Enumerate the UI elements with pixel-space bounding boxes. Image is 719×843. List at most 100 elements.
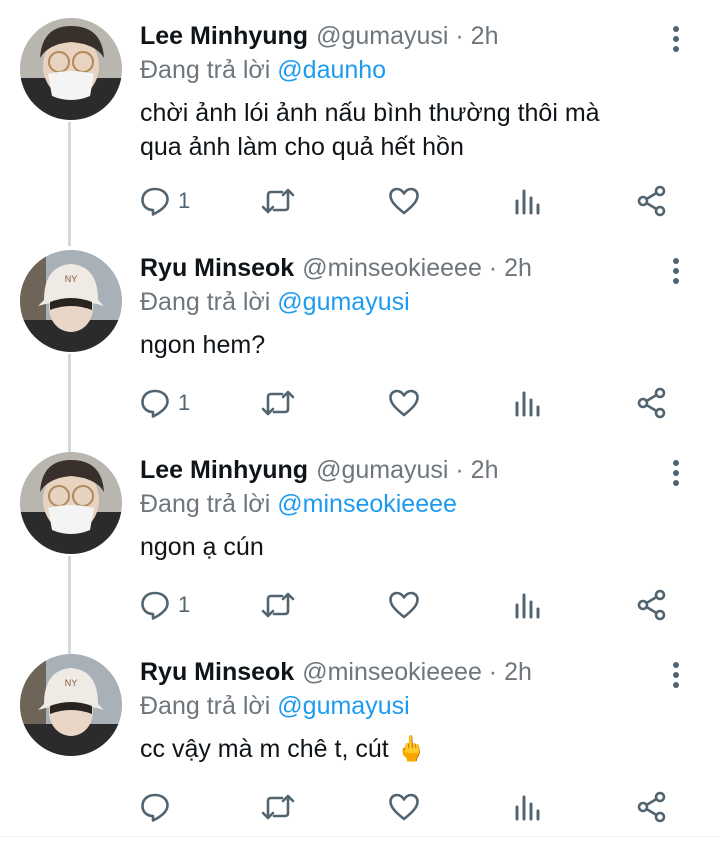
retweet-button[interactable] [260,184,296,218]
tweet[interactable]: Lee Minhyung @gumayusi · 2h Đang trả lời … [0,434,719,636]
share-icon [637,589,666,621]
tweet-header: Ryu Minseok @minseokieeee · 2h [140,656,659,688]
avatar[interactable]: NY [20,250,122,352]
share-button[interactable] [636,790,668,824]
retweet-icon [261,592,295,618]
replying-to-label: Đang trả lời [140,490,278,518]
tweet-text: cc vậy mà m chê t, cút 🖕 [140,732,680,766]
share-icon [637,185,666,217]
replying-to: Đang trả lời @gumayusi [140,690,410,722]
user-handle[interactable]: @minseokieeee [302,254,482,282]
reply-bubble-icon [141,591,169,620]
share-icon [637,387,666,419]
tweet-text-line: ngon ạ cún [140,533,264,561]
heart-icon [389,591,419,619]
retweet-button[interactable] [260,588,296,622]
reply-bubble-icon [141,793,169,822]
mention-link[interactable]: @minseokieeee [277,490,457,518]
more-vertical-icon[interactable] [664,256,688,286]
tweet-header: Lee Minhyung @gumayusi · 2h [140,454,659,486]
more-vertical-icon[interactable] [664,660,688,690]
reply-button[interactable]: 1 [140,386,190,420]
reply-bubble-icon [141,389,169,418]
heart-icon [389,187,419,215]
tweet-text-line: ngon hem? [140,331,266,359]
retweet-button[interactable] [260,386,296,420]
share-button[interactable] [636,386,668,420]
thread-connector-line [68,556,71,636]
bar-chart-icon [515,795,540,821]
thread-connector-line [68,122,71,226]
timestamp[interactable]: · 2h [489,658,532,686]
retweet-icon [261,188,295,214]
user-handle[interactable]: @minseokieeee [302,658,482,686]
mention-link[interactable]: @daunho [277,56,386,84]
timestamp[interactable]: · 2h [489,254,532,282]
replying-to: Đang trả lời @daunho [140,54,386,86]
tweet[interactable]: NY Ryu Minseok @minseokieeee · 2h Đang tr… [0,636,719,836]
action-bar: 1 [140,184,680,218]
replying-to-label: Đang trả lời [140,692,278,720]
display-name[interactable]: Ryu Minseok [140,658,294,686]
view-stats-button[interactable] [512,184,542,218]
tweet-text-line: qua ảnh làm cho quả hết hồn [140,133,464,161]
avatar[interactable] [20,452,122,554]
user-handle[interactable]: @gumayusi [316,456,448,484]
reply-button[interactable]: 1 [140,184,190,218]
tweet-text: chời ảnh lói ảnh nấu bình thường thôi mà… [140,96,680,164]
bar-chart-icon [515,391,540,417]
share-button[interactable] [636,588,668,622]
tweet[interactable]: NY Ryu Minseok @minseokieeee · 2h Đang tr… [0,226,719,434]
bar-chart-icon [515,189,540,215]
retweet-icon [261,390,295,416]
heart-icon [389,793,419,821]
tweet-header: Ryu Minseok @minseokieeee · 2h [140,252,659,284]
mention-link[interactable]: @gumayusi [277,288,409,316]
action-bar [140,790,680,824]
replying-to: Đang trả lời @gumayusi [140,286,410,318]
share-icon [637,791,666,823]
like-button[interactable] [388,790,420,824]
replying-to-label: Đang trả lời [140,288,278,316]
divider [0,836,719,837]
display-name[interactable]: Ryu Minseok [140,254,294,282]
retweet-button[interactable] [260,790,296,824]
avatar[interactable]: NY [20,654,122,756]
more-vertical-icon[interactable] [664,24,688,54]
bar-chart-icon [515,593,540,619]
tweet-text: ngon hem? [140,328,680,362]
replying-to-label: Đang trả lời [140,56,278,84]
more-vertical-icon[interactable] [664,458,688,488]
view-stats-button[interactable] [512,588,542,622]
thread-connector-line [68,636,71,654]
retweet-icon [261,794,295,820]
replying-to: Đang trả lời @minseokieeee [140,488,457,520]
svg-text:NY: NY [65,678,78,688]
like-button[interactable] [388,588,420,622]
timestamp[interactable]: · 2h [455,22,498,50]
display-name[interactable]: Lee Minhyung [140,456,308,484]
thread-connector-line [68,354,71,434]
heart-icon [389,389,419,417]
mention-link[interactable]: @gumayusi [277,692,409,720]
reply-count: 1 [178,188,191,213]
like-button[interactable] [388,184,420,218]
tweet[interactable]: Lee Minhyung @gumayusi · 2h Đang trả lời … [0,0,719,226]
like-button[interactable] [388,386,420,420]
view-stats-button[interactable] [512,386,542,420]
share-button[interactable] [636,184,668,218]
display-name[interactable]: Lee Minhyung [140,22,308,50]
action-bar: 1 [140,386,680,420]
reply-count: 1 [178,390,191,415]
reply-button[interactable]: 1 [140,588,190,622]
thread-connector-line [68,226,71,246]
reply-button[interactable] [140,790,178,824]
timestamp[interactable]: · 2h [455,456,498,484]
avatar[interactable] [20,18,122,120]
svg-text:NY: NY [65,274,78,284]
user-handle[interactable]: @gumayusi [316,22,448,50]
tweet-text-line: cc vậy mà m chê t, cút 🖕 [140,735,427,763]
tweet-text: ngon ạ cún [140,530,680,564]
thread-connector-line [68,434,71,452]
view-stats-button[interactable] [512,790,542,824]
